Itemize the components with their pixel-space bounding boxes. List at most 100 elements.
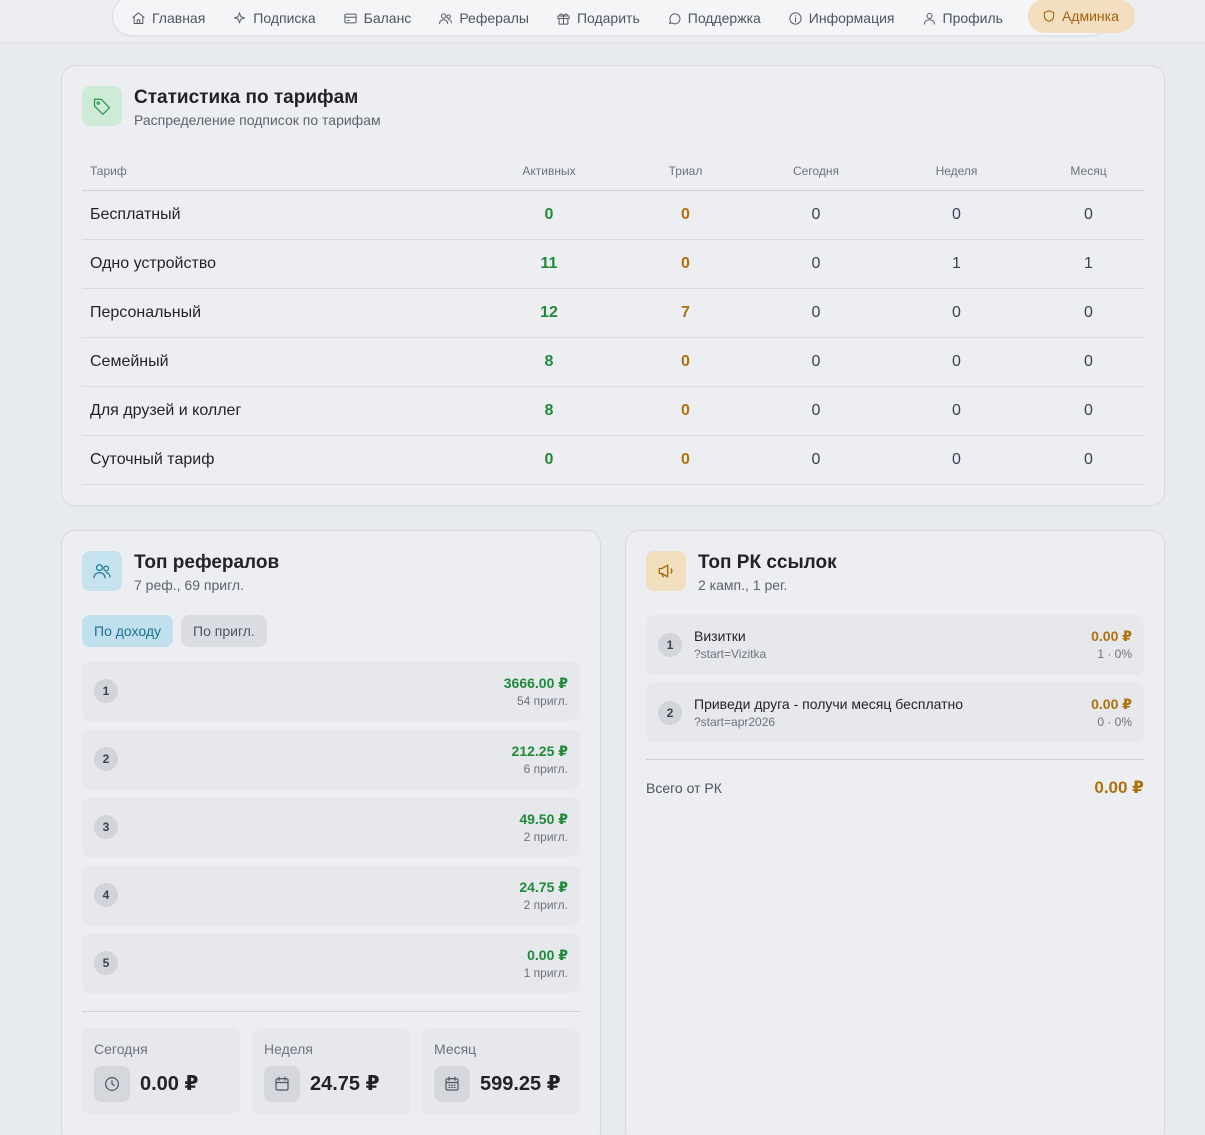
period-today: Сегодня 0.00 ₽ bbox=[82, 1028, 240, 1114]
nav-item-label: Подарить bbox=[576, 10, 640, 26]
nav-item-gift[interactable]: Подарить bbox=[556, 10, 640, 26]
period-value: 0.00 ₽ bbox=[140, 1073, 199, 1095]
referral-invites: 54 пригл. bbox=[516, 694, 568, 708]
rank-badge: 1 bbox=[658, 633, 682, 657]
period-label: Сегодня bbox=[94, 1041, 148, 1057]
table-row: Бесплатный 0 0 0 0 0 bbox=[82, 190, 1144, 240]
nav-item-referrals[interactable]: Рефералы bbox=[438, 10, 529, 26]
period-summary: Сегодня 0.00 ₽ Неделя 24.75 ₽ Месяц 599.… bbox=[82, 1028, 580, 1114]
rank-badge: 5 bbox=[94, 951, 118, 975]
nav-item-subscription[interactable]: Подписка bbox=[232, 10, 316, 26]
tariff-name: Одно устройство bbox=[82, 239, 479, 289]
week-count: 1 bbox=[880, 239, 1033, 289]
users-icon bbox=[93, 564, 111, 579]
gift-icon bbox=[557, 13, 570, 25]
card-title: Топ рефералов bbox=[134, 552, 280, 573]
referral-list: 1 3666.00 ₽ 54 пригл. 2 212.25 ₽ 6 пригл… bbox=[82, 661, 580, 1001]
column-header: Сегодня bbox=[752, 152, 880, 191]
rk-link-amount: 0.00 ₽ bbox=[1091, 628, 1132, 644]
top-rk-links-card: Топ РК ссылок 2 камп., 1 рег. 1 Визитки … bbox=[625, 530, 1165, 1135]
wallet-icon bbox=[344, 13, 357, 23]
month-count: 1 bbox=[1033, 239, 1144, 289]
card-header: Топ рефералов 7 реф., 69 пригл. bbox=[82, 551, 279, 593]
card-header: Топ РК ссылок 2 камп., 1 рег. bbox=[646, 551, 837, 593]
referral-amount: 3666.00 ₽ bbox=[503, 675, 568, 691]
info-icon bbox=[789, 11, 802, 25]
today-count: 0 bbox=[752, 239, 880, 289]
section-divider bbox=[646, 759, 1144, 760]
top-referrals-card: Топ рефералов 7 реф., 69 пригл. По доход… bbox=[61, 530, 601, 1135]
active-count: 11 bbox=[479, 239, 619, 289]
list-item[interactable]: 3 49.50 ₽ 2 пригл. bbox=[82, 797, 580, 857]
megaphone-badge bbox=[646, 551, 686, 591]
referral-invites: 2 пригл. bbox=[523, 898, 568, 912]
users-icon bbox=[439, 12, 453, 24]
tariff-name: Персональный bbox=[82, 288, 479, 338]
tariff-name: Бесплатный bbox=[82, 190, 479, 240]
sparkle-icon bbox=[234, 11, 246, 23]
rk-total-label: Всего от РК bbox=[646, 780, 722, 796]
nav-item-support[interactable]: Поддержка bbox=[667, 10, 761, 26]
month-count: 0 bbox=[1033, 190, 1144, 240]
tab-by-income[interactable]: По доходу bbox=[82, 615, 174, 647]
month-count: 0 bbox=[1033, 435, 1144, 485]
list-item[interactable]: 1 3666.00 ₽ 54 пригл. bbox=[82, 661, 580, 721]
nav-item-profile[interactable]: Профиль bbox=[922, 10, 1003, 26]
list-item[interactable]: 5 0.00 ₽ 1 пригл. bbox=[82, 933, 580, 993]
today-count: 0 bbox=[752, 435, 880, 485]
nav-item-home[interactable]: Главная bbox=[131, 10, 205, 26]
nav-item-info[interactable]: Информация bbox=[788, 10, 895, 26]
tariff-name: Суточный тариф bbox=[82, 435, 479, 485]
referral-amount: 0.00 ₽ bbox=[527, 947, 568, 963]
rank-badge: 2 bbox=[658, 701, 682, 725]
nav-item-label: Подписка bbox=[253, 10, 316, 26]
list-item[interactable]: 2 Приведи друга - получи месяц бесплатно… bbox=[646, 683, 1144, 743]
active-count: 0 bbox=[479, 435, 619, 485]
trial-count: 7 bbox=[619, 288, 752, 338]
card-subtitle: Распределение подписок по тарифам bbox=[134, 112, 381, 128]
period-month: Месяц 599.25 ₽ bbox=[422, 1028, 580, 1114]
main-nav: Главная Подписка Баланс Рефералы Подарит… bbox=[112, 0, 1135, 36]
nav-item-balance[interactable]: Баланс bbox=[343, 10, 411, 26]
rk-link-name: Визитки bbox=[694, 628, 746, 644]
week-count: 0 bbox=[880, 337, 1033, 387]
active-count: 0 bbox=[479, 190, 619, 240]
trial-count: 0 bbox=[619, 190, 752, 240]
shield-icon bbox=[1043, 10, 1055, 22]
today-count: 0 bbox=[752, 337, 880, 387]
card-title: Топ РК ссылок bbox=[698, 552, 837, 573]
period-week: Неделя 24.75 ₽ bbox=[252, 1028, 410, 1114]
rk-link-stat: 1 · 0% bbox=[1097, 647, 1132, 661]
table-row: Семейный 8 0 0 0 0 bbox=[82, 337, 1144, 387]
tag-badge bbox=[82, 86, 122, 126]
table-header-row: Тариф Активных Триал Сегодня Неделя Меся… bbox=[82, 152, 1144, 191]
active-count: 12 bbox=[479, 288, 619, 338]
list-item[interactable]: 2 212.25 ₽ 6 пригл. bbox=[82, 729, 580, 789]
tariff-name: Для друзей и коллег bbox=[82, 386, 479, 436]
chat-icon bbox=[668, 12, 681, 24]
rk-total-value: 0.00 ₽ bbox=[1094, 778, 1144, 797]
tab-by-invites[interactable]: По пригл. bbox=[181, 615, 267, 647]
period-label: Неделя bbox=[264, 1041, 313, 1057]
column-header: Месяц bbox=[1033, 152, 1144, 191]
user-icon bbox=[923, 12, 935, 25]
rk-link-code: ?start=apr2026 bbox=[694, 715, 776, 729]
list-item[interactable]: 1 Визитки ?start=Vizitka 0.00 ₽ 1 · 0% bbox=[646, 615, 1144, 675]
list-item[interactable]: 4 24.75 ₽ 2 пригл. bbox=[82, 865, 580, 925]
period-label: Месяц bbox=[434, 1041, 477, 1057]
nav-item-label: Главная bbox=[152, 10, 206, 26]
table-row: Для друзей и коллег 8 0 0 0 0 bbox=[82, 386, 1144, 436]
month-count: 0 bbox=[1033, 386, 1144, 436]
today-count: 0 bbox=[752, 190, 880, 240]
rank-badge: 2 bbox=[94, 747, 118, 771]
rk-link-amount: 0.00 ₽ bbox=[1091, 696, 1132, 712]
nav-item-admin[interactable]: Админка bbox=[1027, 0, 1135, 33]
rank-badge: 3 bbox=[94, 815, 118, 839]
today-count: 0 bbox=[752, 386, 880, 436]
month-count: 0 bbox=[1033, 288, 1144, 338]
trial-count: 0 bbox=[619, 337, 752, 387]
active-count: 8 bbox=[479, 386, 619, 436]
sort-tabs: По доходу По пригл. bbox=[82, 615, 267, 647]
table-row: Суточный тариф 0 0 0 0 0 bbox=[82, 435, 1144, 485]
trial-count: 0 bbox=[619, 435, 752, 485]
